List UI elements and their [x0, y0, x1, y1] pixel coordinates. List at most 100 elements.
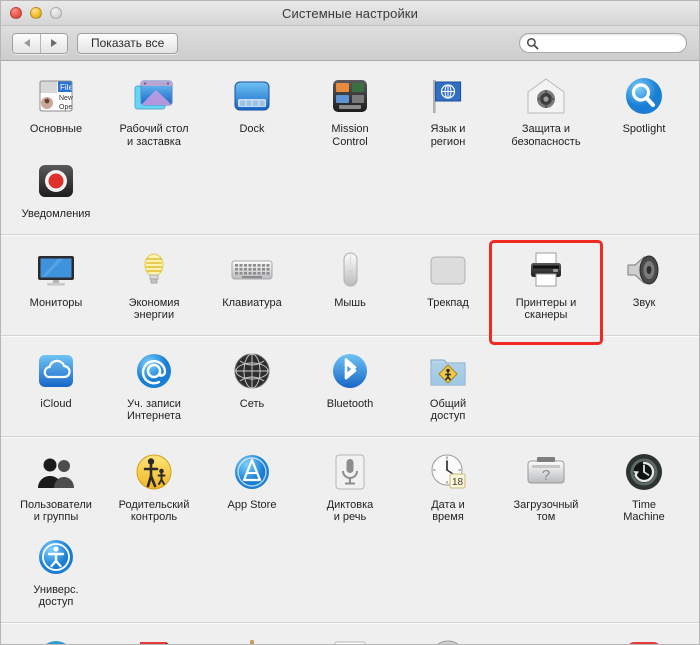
pref-pane-accessibility[interactable]: Универс. доступ: [7, 531, 105, 616]
chevron-left-icon: [23, 39, 30, 47]
dock-icon: [229, 73, 275, 119]
pref-pane-launchpad[interactable]: Launchpad: [399, 632, 497, 644]
pref-pane-java[interactable]: Java: [301, 632, 399, 644]
pref-pane-orfo[interactable]: ОРФО 2014: [7, 632, 105, 644]
flash-player-icon: [131, 635, 177, 644]
mouse-icon: [327, 247, 373, 293]
keyboard-icon: [229, 247, 275, 293]
pref-pane-label: Уведомления: [21, 208, 91, 220]
pref-pane-spotlight[interactable]: Spotlight: [595, 70, 693, 155]
pref-pane-notifications[interactable]: Уведомления: [7, 155, 105, 228]
pref-pane-trackpad[interactable]: Трекпад: [399, 244, 497, 329]
displays-icon: [33, 247, 79, 293]
preferences-section-system: Пользователи и группы Родительский контр…: [1, 437, 699, 623]
svg-text:Ope: Ope: [59, 104, 72, 111]
parental-controls-icon: [131, 449, 177, 495]
show-all-button[interactable]: Показать все: [77, 32, 179, 54]
pref-pane-label: Уч. записи Интернета: [127, 397, 181, 423]
pref-pane-general[interactable]: File New Ope Основные: [7, 70, 105, 155]
pref-pane-keyboard[interactable]: Клавиатура: [203, 244, 301, 329]
pref-pane-app-store[interactable]: App Store: [203, 446, 301, 531]
pref-pane-energy-saver[interactable]: Экономия энергии: [105, 244, 203, 329]
desktop-screensaver-icon: [131, 73, 177, 119]
hazel-icon: [229, 635, 275, 644]
search-field[interactable]: [519, 33, 687, 53]
pref-pane-dock[interactable]: Dock: [203, 70, 301, 155]
pref-pane-label: Мониторы: [29, 296, 83, 309]
dictation-speech-icon: [327, 449, 373, 495]
pref-pane-time-machine[interactable]: Time Machine: [595, 446, 693, 531]
pref-pane-security-privacy[interactable]: Защита и безопасность: [497, 70, 595, 155]
close-button[interactable]: [10, 7, 22, 19]
pref-pane-date-time[interactable]: 18 Дата и время: [399, 446, 497, 531]
title-bar: Системные настройки: [1, 1, 699, 26]
pref-pane-displays[interactable]: Мониторы: [7, 244, 105, 329]
pref-pane-label: Time Machine: [623, 498, 665, 524]
pref-pane-label: Звук: [632, 296, 656, 309]
general-icon: File New Ope: [33, 73, 79, 119]
pref-pane-label: Dock: [239, 123, 265, 135]
navigation-buttons: [12, 32, 68, 54]
window-controls: [10, 7, 62, 19]
zoom-button[interactable]: [50, 7, 62, 19]
pref-pane-sound[interactable]: Звук: [595, 244, 693, 329]
toolbar: Показать все: [1, 26, 699, 61]
pref-pane-network[interactable]: Сеть: [203, 345, 301, 430]
pref-pane-hazel[interactable]: Hazel: [203, 632, 301, 644]
search-icon: [526, 37, 539, 50]
internet-accounts-icon: [131, 348, 177, 394]
preferences-section-personal: File New Ope Основные Рабочий стол и зас…: [1, 61, 699, 235]
pref-pane-perian[interactable]: Perian: [497, 632, 595, 645]
minimize-button[interactable]: [30, 7, 42, 19]
java-icon: [327, 635, 373, 644]
bluetooth-icon: [327, 348, 373, 394]
pref-pane-tuxera-ntfs[interactable]: TTuxera NTFS: [595, 632, 693, 644]
pref-pane-label: Язык и регион: [430, 123, 466, 148]
pref-pane-startup-disk[interactable]: ? Загрузочный том: [497, 446, 595, 531]
pref-pane-label: Экономия энергии: [128, 296, 180, 322]
energy-saver-icon: [131, 247, 177, 293]
search-input[interactable]: [543, 37, 673, 49]
pref-pane-language-region[interactable]: Язык и регион: [399, 70, 497, 155]
pref-pane-label: Пользователи и группы: [20, 498, 92, 524]
spotlight-icon: [621, 73, 667, 119]
chevron-right-icon: [51, 39, 57, 47]
preferences-section-internet-wireless: iCloud Уч. записи Интернета Сеть Bluetoo…: [1, 336, 699, 437]
pref-pane-users-groups[interactable]: Пользователи и группы: [7, 446, 105, 531]
preferences-section-other: ОРФО 2014 Flash Player Hazel: [1, 623, 699, 645]
pref-pane-label: App Store: [227, 498, 277, 511]
pref-pane-icloud[interactable]: iCloud: [7, 345, 105, 430]
pref-pane-bluetooth[interactable]: Bluetooth: [301, 345, 399, 430]
pref-pane-label: Трекпад: [427, 296, 469, 309]
accessibility-icon: [33, 534, 79, 580]
pref-pane-label: Диктовка и речь: [326, 498, 374, 524]
window-title: Системные настройки: [282, 5, 418, 21]
perian-icon: [523, 635, 569, 645]
forward-button[interactable]: [40, 33, 67, 53]
pref-pane-internet-accounts[interactable]: Уч. записи Интернета: [105, 345, 203, 430]
network-icon: [229, 348, 275, 394]
pref-pane-printers-scanners[interactable]: Принтеры и сканеры: [497, 244, 595, 329]
sound-icon: [621, 247, 667, 293]
startup-disk-icon: ?: [523, 449, 569, 495]
pref-pane-label: Родительский контроль: [118, 498, 190, 524]
svg-text:18: 18: [452, 477, 464, 488]
pref-pane-mission-control[interactable]: Mission Control: [301, 70, 399, 155]
mission-control-icon: [327, 73, 373, 119]
pref-pane-mouse[interactable]: Мышь: [301, 244, 399, 329]
pref-pane-label: iCloud: [40, 397, 72, 410]
pref-pane-sharing[interactable]: Общий доступ: [399, 345, 497, 430]
back-button[interactable]: [13, 33, 40, 53]
pref-pane-desktop-screensaver[interactable]: Рабочий стол и заставка: [105, 70, 203, 155]
time-machine-icon: [621, 449, 667, 495]
sharing-icon: [425, 348, 471, 394]
pref-pane-label: Рабочий стол и заставка: [119, 123, 189, 148]
pref-pane-label: Сеть: [239, 397, 265, 410]
system-preferences-window: Системные настройки Показать все File Ne…: [0, 0, 700, 645]
notifications-icon: [33, 158, 79, 204]
preferences-grid: File New Ope Основные Рабочий стол и зас…: [1, 61, 699, 644]
pref-pane-parental-controls[interactable]: Родительский контроль: [105, 446, 203, 531]
pref-pane-dictation-speech[interactable]: Диктовка и речь: [301, 446, 399, 531]
pref-pane-flash-player[interactable]: Flash Player: [105, 632, 203, 644]
pref-pane-label: Основные: [29, 123, 83, 135]
